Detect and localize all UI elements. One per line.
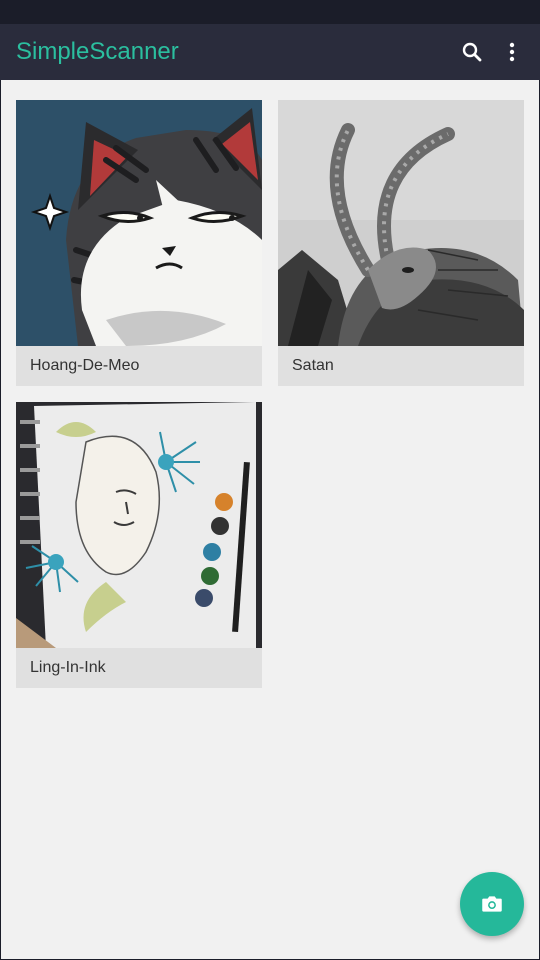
app-actions bbox=[452, 24, 532, 80]
document-card[interactable]: Satan bbox=[278, 100, 524, 386]
camera-fab-button[interactable] bbox=[460, 872, 524, 936]
status-bar bbox=[0, 0, 540, 24]
document-title: Satan bbox=[292, 357, 334, 374]
more-vert-icon bbox=[509, 42, 515, 62]
camera-icon bbox=[482, 896, 502, 912]
document-thumbnail bbox=[278, 100, 524, 346]
document-title: Hoang-De-Meo bbox=[30, 357, 140, 374]
app-bar: SimpleScanner bbox=[0, 24, 540, 80]
search-button[interactable] bbox=[452, 32, 492, 72]
document-title: Ling-In-Ink bbox=[30, 659, 106, 676]
document-card[interactable]: Ling-In-Ink bbox=[16, 402, 262, 688]
app-title: SimpleScanner bbox=[16, 38, 179, 65]
document-thumbnail bbox=[16, 100, 262, 346]
search-icon bbox=[462, 42, 482, 62]
document-grid: Hoang-De-Meo Satan Ling-In-Ink bbox=[1, 80, 539, 959]
document-card[interactable]: Hoang-De-Meo bbox=[16, 100, 262, 386]
overflow-menu-button[interactable] bbox=[492, 32, 532, 72]
document-thumbnail bbox=[16, 402, 262, 648]
